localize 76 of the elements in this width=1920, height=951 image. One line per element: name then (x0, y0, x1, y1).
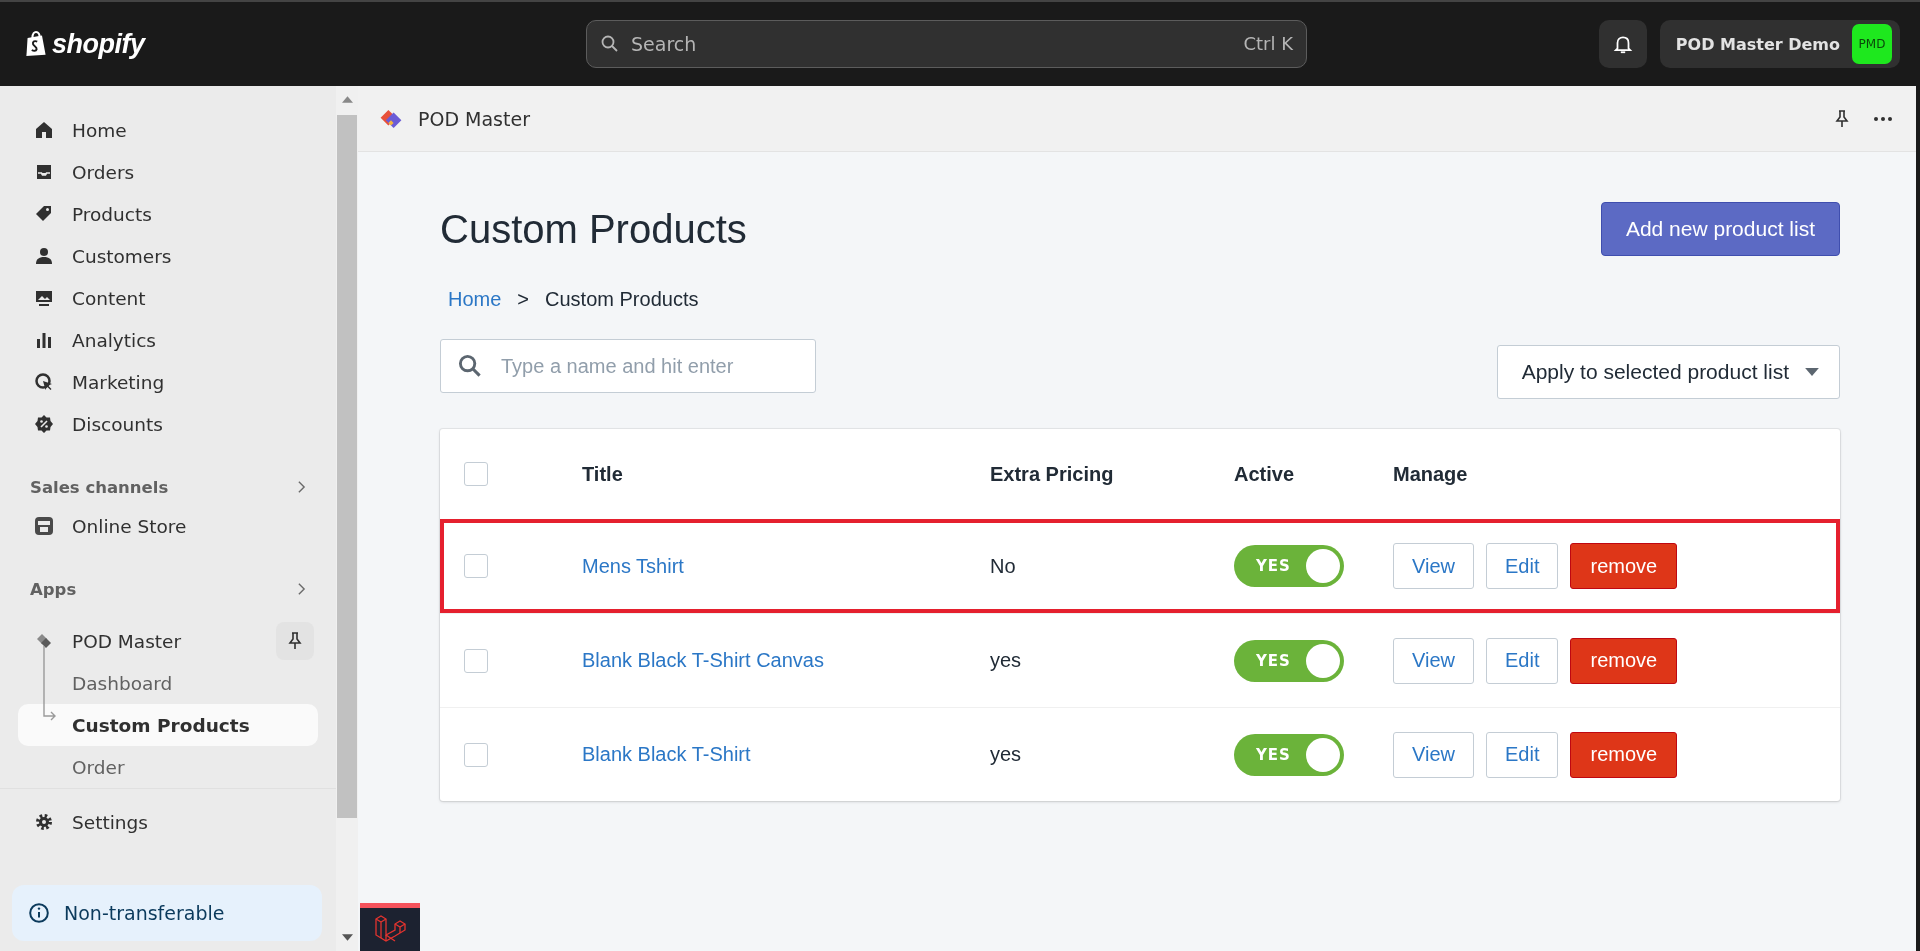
product-list-link[interactable]: Mens Tshirt (582, 554, 684, 578)
section-heading: Apps (30, 579, 77, 599)
page-title: Custom Products (440, 206, 747, 252)
column-header: Active (1234, 462, 1295, 486)
nav-item[interactable]: Settings (12, 801, 322, 843)
table-cell: yes (990, 649, 1022, 672)
breadcrumb-current: Custom Products (545, 288, 699, 311)
discount-badge-icon (34, 414, 54, 434)
info-icon (28, 902, 50, 924)
action-button[interactable]: View (1393, 637, 1474, 684)
image-icon (34, 288, 54, 308)
caret-icon (1805, 368, 1819, 376)
remove-button[interactable]: remove (1570, 543, 1678, 589)
store-icon (34, 516, 54, 536)
column-header: Manage (1393, 462, 1468, 486)
nav-item[interactable]: POD Master (18, 620, 276, 662)
sub-nav-item[interactable]: Order (18, 746, 318, 788)
inbox-icon (34, 162, 54, 182)
action-button[interactable]: View (1393, 731, 1474, 778)
active-toggle[interactable]: YES (1234, 733, 1344, 776)
store-avatar: PMD (1852, 24, 1892, 64)
nav-item[interactable]: Analytics (18, 319, 318, 361)
shortcut-hint: Ctrl K (1243, 33, 1293, 54)
more-icon (1872, 115, 1894, 122)
breadcrumb-link[interactable]: Home (448, 288, 502, 311)
product-list-link[interactable]: Blank Black T-Shirt Canvas (582, 649, 824, 672)
bar-chart-icon (34, 330, 54, 350)
breadcrumb-separator: > (517, 288, 530, 311)
gear-icon (34, 812, 54, 832)
active-toggle[interactable]: YES (1234, 545, 1344, 587)
nav-item[interactable]: Content (18, 277, 318, 319)
product-list-link[interactable]: Blank Black T-Shirt (582, 743, 751, 766)
scroll-up-arrow-icon[interactable] (341, 96, 353, 103)
sub-nav-item[interactable]: Dashboard (18, 662, 318, 704)
column-header: Title (582, 462, 623, 486)
column-header: Extra Pricing (990, 462, 1114, 486)
info-text: Non-transferable (64, 902, 225, 924)
store-name: POD Master Demo (1675, 34, 1840, 54)
remove-button[interactable]: remove (1570, 637, 1678, 684)
nav-item[interactable]: Online Store (18, 505, 318, 547)
nav-item[interactable]: Customers (18, 235, 318, 277)
action-button[interactable]: View (1393, 543, 1474, 589)
add-product-list-button[interactable]: Add new product list (1600, 202, 1840, 256)
bulk-action-dropdown[interactable]: Apply to selected product list (1496, 345, 1840, 399)
tag-icon (34, 204, 54, 224)
brand-logo-text: shopify (52, 28, 145, 60)
app-title: POD Master (418, 107, 530, 130)
table-cell: No (990, 554, 1016, 578)
target-icon (34, 372, 54, 392)
pin-button[interactable] (276, 622, 314, 660)
nav-item[interactable]: Discounts (18, 403, 318, 445)
nav-item[interactable]: Marketing (18, 361, 318, 403)
checkbox[interactable] (464, 554, 488, 578)
sub-nav-item[interactable]: Custom Products (18, 704, 318, 746)
chevron-right-icon[interactable] (297, 480, 306, 494)
chevron-right-icon[interactable] (297, 582, 306, 596)
notifications-button[interactable] (1598, 20, 1647, 68)
store-menu-button[interactable]: POD Master Demo PMD (1659, 20, 1900, 68)
scroll-down-arrow-icon[interactable] (341, 934, 353, 941)
home-icon (34, 120, 54, 140)
action-button[interactable]: Edit (1486, 543, 1559, 589)
remove-button[interactable]: remove (1570, 731, 1678, 778)
checkbox[interactable] (464, 462, 488, 486)
checkbox[interactable] (464, 742, 488, 767)
checkbox[interactable] (464, 648, 488, 673)
nav-item[interactable]: Home (18, 109, 318, 151)
section-heading: Sales channels (30, 477, 169, 497)
action-button[interactable]: Edit (1486, 637, 1559, 684)
scrollbar[interactable] (336, 86, 358, 951)
nav-item[interactable]: Orders (18, 151, 318, 193)
active-toggle[interactable]: YES (1234, 639, 1344, 682)
person-icon (34, 246, 54, 266)
nav-item[interactable]: Products (18, 193, 318, 235)
action-button[interactable]: Edit (1486, 731, 1559, 778)
table-cell: yes (990, 743, 1022, 766)
shopping-bag-icon (24, 30, 48, 58)
